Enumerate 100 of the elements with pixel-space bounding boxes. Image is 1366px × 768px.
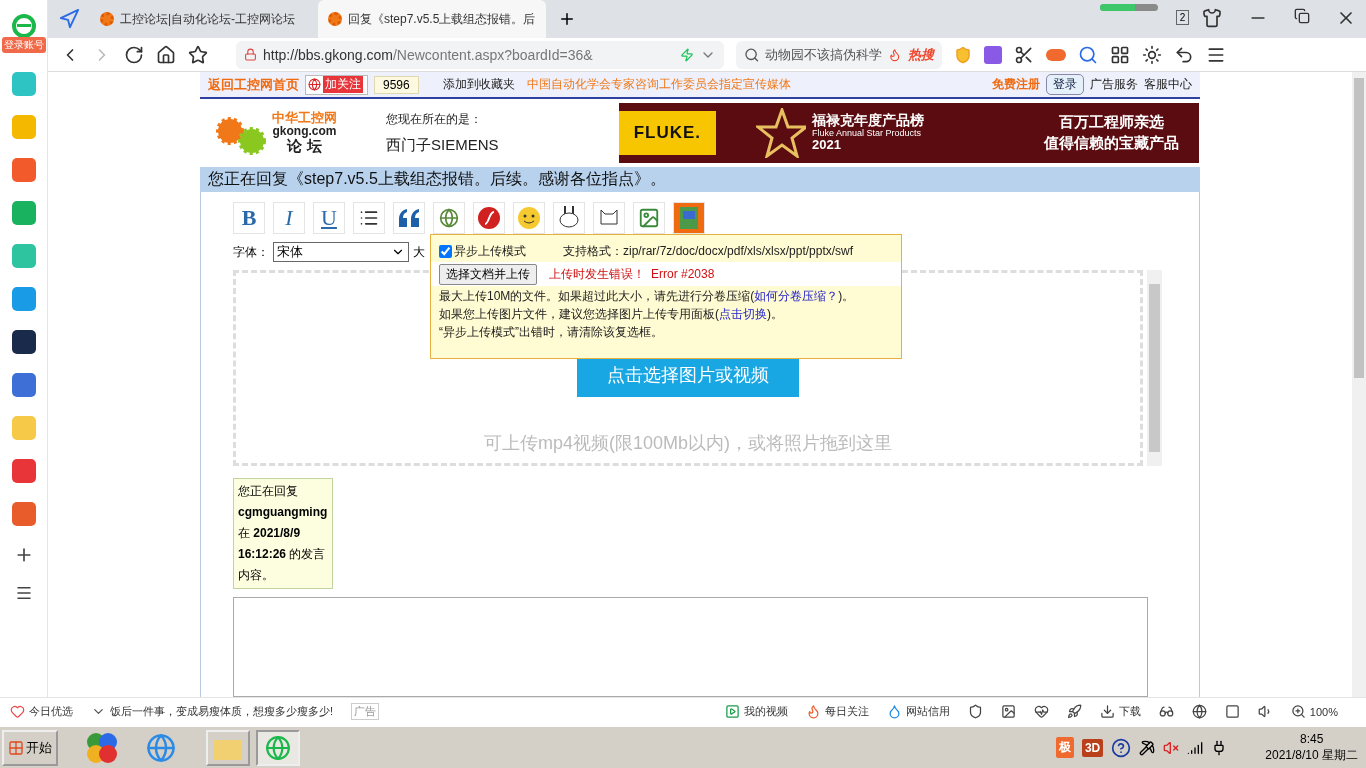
restore-icon[interactable]	[1294, 8, 1310, 24]
align-icon	[359, 208, 379, 228]
location-label: 您现在所在的是：	[386, 111, 483, 128]
gear-icon	[100, 12, 114, 26]
menu-icon[interactable]	[14, 584, 33, 602]
toolbar-button[interactable]: B	[233, 202, 265, 234]
tool-icon[interactable]	[1139, 739, 1156, 756]
search-field[interactable]: 动物园不该搞伪科学 热搜	[736, 40, 942, 69]
async-upload-checkbox[interactable]: 异步上传模式	[439, 243, 557, 260]
app-icon[interactable]	[11, 330, 36, 354]
rocket-icon[interactable]	[1066, 704, 1082, 719]
toolbar-button[interactable]: I	[273, 202, 305, 234]
status-item[interactable]: 我的视频	[724, 704, 788, 719]
header-link[interactable]: 客服中心	[1144, 76, 1192, 93]
status-item[interactable]: 饭后一件事，变成易瘦体质，想瘦多少瘦多少!	[91, 704, 334, 719]
toolbar-button[interactable]	[553, 202, 585, 234]
help-icon[interactable]	[1111, 737, 1132, 758]
ad-tag: 广告	[351, 703, 380, 720]
shield-icon[interactable]	[967, 704, 983, 719]
reply-info: 您正在回复 cgmguangming 在 2021/8/9 16:12:26 的发言内容。	[233, 478, 333, 589]
bookmark-link[interactable]: 添加到收藏夹	[442, 76, 515, 93]
reload-icon[interactable]	[124, 44, 144, 65]
glasses-icon[interactable]	[1158, 704, 1174, 719]
scissors-icon[interactable]	[1014, 44, 1034, 65]
login-button[interactable]: 登录	[1046, 74, 1084, 95]
formats-text: 支持格式：zip/rar/7z/doc/docx/pdf/xls/xlsx/ppt/pptx/swf	[563, 243, 854, 260]
drop-icon[interactable]	[886, 704, 902, 719]
upload-note: “异步上传模式”出错时，请清除该复选框。	[439, 324, 664, 340]
status-item[interactable]: 100%	[1290, 704, 1338, 719]
status-item[interactable]: 下载	[1099, 704, 1141, 719]
upload-note: 最大上传10M的文件。如果超过此大小，请先进行分卷压缩(如何分卷压缩？)。	[439, 288, 856, 304]
logo-section: 论 坛	[287, 138, 322, 155]
windows-logo-icon	[8, 739, 24, 756]
help-link[interactable]: 点击切换	[719, 307, 767, 321]
archive-icon	[674, 203, 704, 233]
choose-file-button[interactable]: 选择文档并上传	[439, 263, 537, 285]
mute-icon[interactable]	[1163, 739, 1180, 756]
browser-logo-icon[interactable]	[11, 14, 36, 38]
help-link[interactable]: 如何分卷压缩？	[754, 289, 839, 303]
window-count[interactable]: 2	[1176, 10, 1189, 25]
toolbar-button[interactable]	[473, 202, 505, 234]
header-link[interactable]: 广告服务	[1090, 76, 1138, 93]
toolbar-button[interactable]	[393, 202, 425, 234]
window-icon[interactable]	[1224, 704, 1240, 719]
status-item[interactable]: 今日优选	[10, 704, 73, 719]
gamepad-icon[interactable]	[1046, 46, 1066, 63]
status-item[interactable]: 每日关注	[805, 704, 869, 719]
play-icon[interactable]	[724, 704, 740, 719]
banner-year: 2021	[812, 138, 842, 153]
search-icon	[744, 46, 760, 63]
error-code: Error #2038	[651, 267, 715, 281]
slogan-text: 中国自动化学会专家咨询工作委员会指定宣传媒体	[526, 76, 791, 93]
picture-icon[interactable]	[1000, 704, 1016, 719]
globe-icon	[265, 734, 291, 761]
bolt-icon	[680, 47, 694, 62]
navigation-icon[interactable]	[58, 8, 80, 30]
ad-banner[interactable]: FLUKE. 福禄克年度产品榜 Fluke Annual Star Products 2021 百万工程师亲选 值得信赖的宝藏产品	[619, 103, 1199, 163]
banner-subtitle: Fluke Annual Star Products	[812, 128, 923, 139]
download-icon[interactable]	[1099, 704, 1115, 719]
zoom-icon[interactable]	[1290, 704, 1306, 719]
upload-note: 如果您上传图片文件，建议您选择图片上传专用面板(点击切换)。	[439, 306, 784, 322]
start-button[interactable]: 开始	[2, 729, 58, 766]
new-tab-icon[interactable]	[558, 10, 576, 28]
banner-slogan: 百万工程师亲选	[1059, 113, 1165, 132]
translate-icon[interactable]	[984, 45, 1002, 64]
heart-icon[interactable]	[10, 704, 25, 719]
picture-icon	[638, 207, 660, 229]
tray-badge[interactable]: 3D	[1081, 738, 1104, 757]
heart-pulse-icon[interactable]	[1033, 704, 1049, 719]
search-icon[interactable]	[1078, 44, 1098, 65]
logo-domain: gkong.com	[272, 125, 337, 139]
toolbar-button[interactable]: U	[313, 202, 345, 234]
follow-count: 9596	[374, 75, 419, 94]
font-select[interactable]: 宋体	[273, 242, 409, 262]
address-field[interactable]: http://bbs.gkong.com/Newcontent.aspx?boardId=36&	[236, 40, 724, 69]
brightness-icon[interactable]	[1142, 44, 1162, 65]
async-checkbox[interactable]	[439, 245, 452, 258]
follow-button[interactable]: 加关注	[305, 74, 368, 95]
browser-tab[interactable]: 工控论坛|自动化论坛-工控网论坛	[90, 0, 318, 38]
undo-icon[interactable]	[1174, 44, 1194, 65]
shirt-icon[interactable]	[1202, 8, 1222, 28]
browser-tab[interactable]: 回复《step7.v5.5上载组态报错。后	[318, 0, 546, 38]
clock-time: 8:45	[1299, 731, 1324, 748]
clock-date: 2021/8/10 星期二	[1265, 747, 1358, 764]
upload-hint: 可上传mp4视频(限100Mb以内)，或将照片拖到这里	[483, 432, 892, 455]
toolbar-button[interactable]	[353, 202, 385, 234]
weibo-icon	[308, 78, 321, 91]
home-icon[interactable]	[156, 44, 176, 65]
flash-icon	[477, 206, 501, 230]
flame-icon[interactable]	[805, 704, 821, 719]
globe-icon[interactable]	[1191, 704, 1207, 719]
grid-icon[interactable]	[1110, 44, 1130, 65]
status-item[interactable]: 网站信用	[886, 704, 950, 719]
hot-search-label: 热搜	[908, 45, 934, 64]
signal-icon[interactable]	[1187, 739, 1204, 756]
lock-icon	[244, 48, 257, 61]
reply-title: 您正在回复《step7.v5.5上载组态报错。后续。感谢各位指点》。	[200, 167, 1200, 192]
size-label: 大	[413, 243, 425, 261]
banner-title: 福禄克年度产品榜	[812, 113, 926, 129]
star-icon[interactable]	[188, 44, 208, 65]
